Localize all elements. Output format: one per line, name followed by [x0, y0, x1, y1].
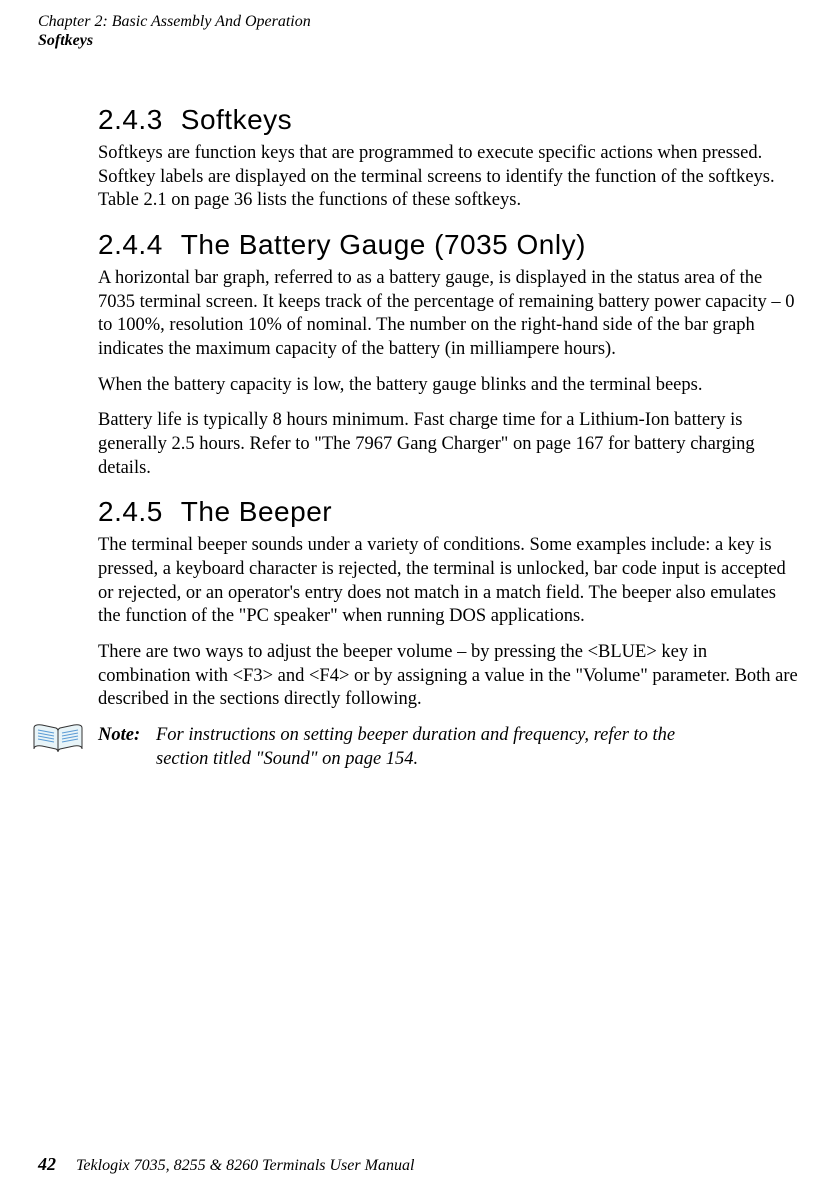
- section-number: 2.4.4: [98, 229, 163, 261]
- page-header: Chapter 2: Basic Assembly And Operation …: [38, 12, 311, 50]
- body-paragraph: There are two ways to adjust the beeper …: [98, 641, 798, 712]
- section-heading-softkeys: 2.4.3 Softkeys: [98, 104, 798, 136]
- section-title: Softkeys: [181, 104, 292, 135]
- header-topic: Softkeys: [38, 31, 311, 50]
- page-number: 42: [38, 1154, 56, 1174]
- body-paragraph: Softkeys are function keys that are prog…: [98, 142, 798, 213]
- manual-title: Teklogix 7035, 8255 & 8260 Terminals Use…: [76, 1157, 414, 1174]
- chapter-label: Chapter 2: Basic Assembly And Operation: [38, 12, 311, 31]
- note-body-line: section titled "Sound" on page 154.: [98, 748, 798, 772]
- note-body-line: For instructions on setting beeper durat…: [156, 725, 675, 745]
- section-heading-beeper: 2.4.5 The Beeper: [98, 496, 798, 528]
- note-label: Note:: [98, 724, 156, 748]
- note-text: Note:For instructions on setting beeper …: [98, 724, 798, 748]
- note-block: Note:For instructions on setting beeper …: [98, 724, 798, 771]
- body-paragraph: When the battery capacity is low, the ba…: [98, 374, 798, 398]
- body-paragraph: The terminal beeper sounds under a varie…: [98, 534, 798, 629]
- page-content: 2.4.3 Softkeys Softkeys are function keys…: [98, 88, 798, 771]
- section-heading-battery-gauge: 2.4.4 The Battery Gauge (7035 Only): [98, 229, 798, 261]
- section-number: 2.4.5: [98, 496, 163, 528]
- section-title: The Beeper: [181, 496, 332, 527]
- section-title: The Battery Gauge (7035 Only): [181, 229, 586, 260]
- page-footer: 42 Teklogix 7035, 8255 & 8260 Terminals U…: [38, 1154, 414, 1175]
- body-paragraph: A horizontal bar graph, referred to as a…: [98, 267, 798, 362]
- body-paragraph: Battery life is typically 8 hours minimu…: [98, 409, 798, 480]
- section-number: 2.4.3: [98, 104, 163, 136]
- book-icon: [32, 722, 84, 756]
